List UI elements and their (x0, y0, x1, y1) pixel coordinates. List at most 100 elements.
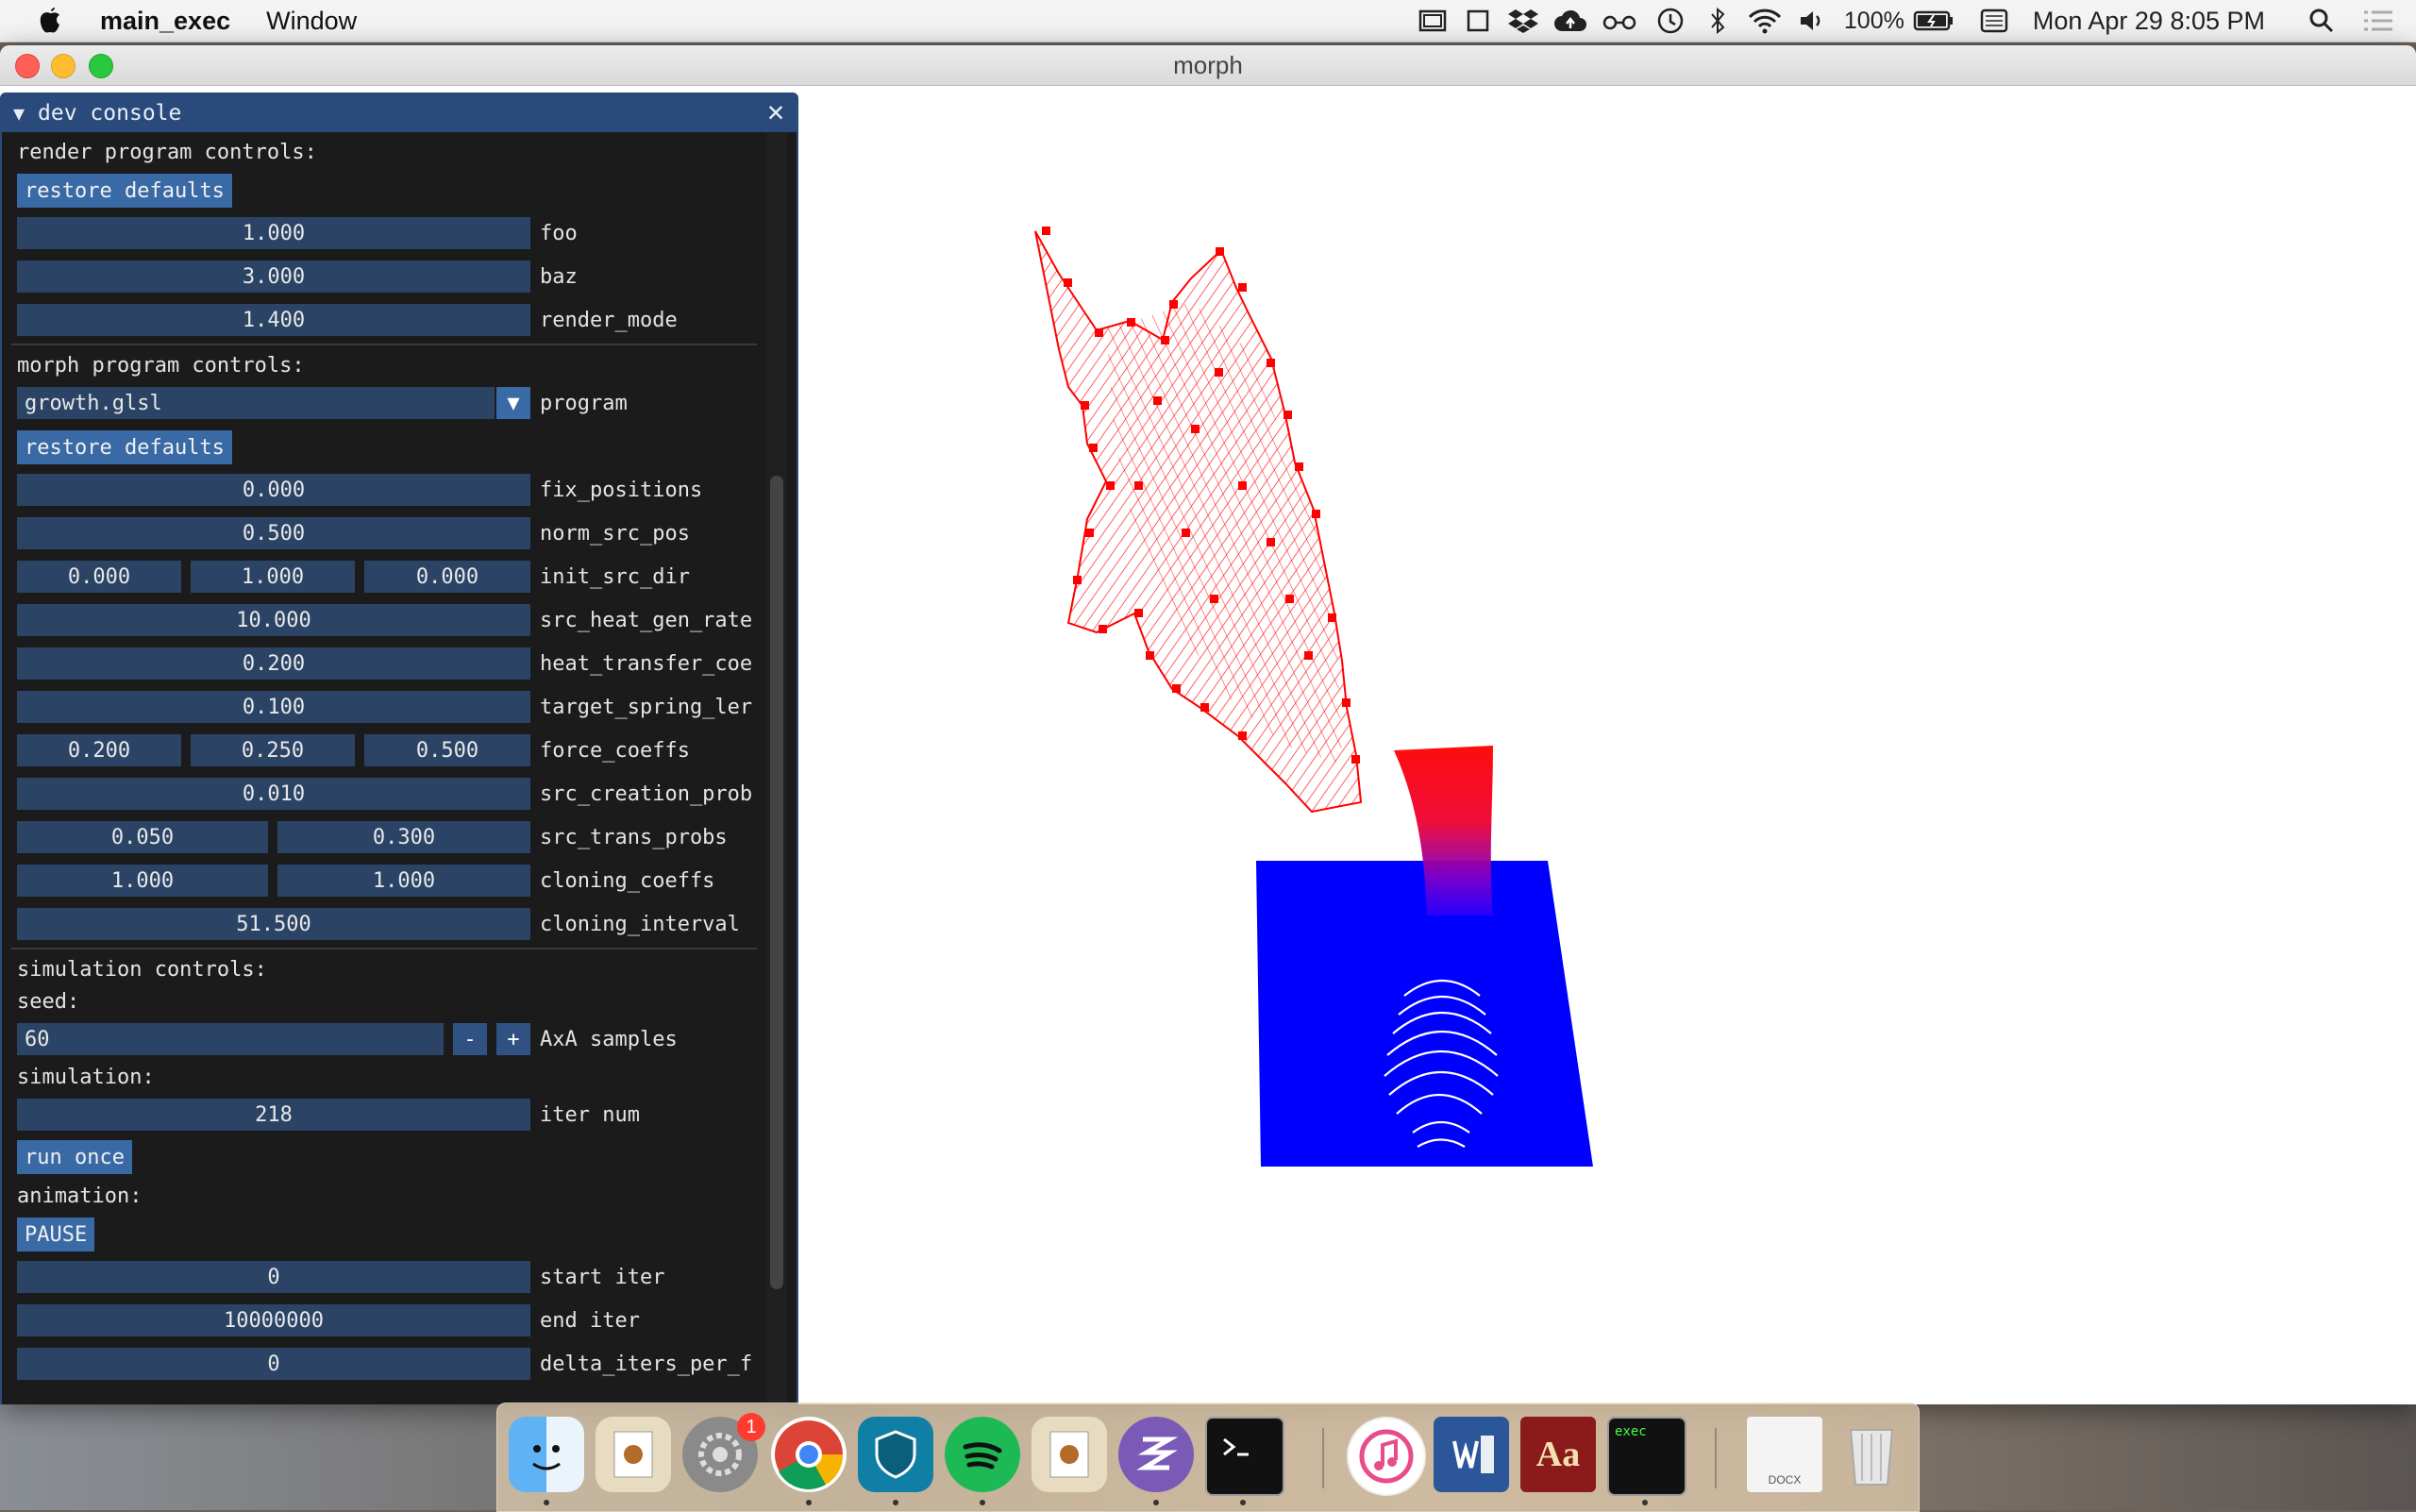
cloning-coeff-1-input[interactable]: 1.000 (17, 865, 268, 897)
docx-document-icon[interactable]: DOCX (1747, 1417, 1822, 1492)
console-title: dev console (38, 101, 182, 126)
chrome-icon[interactable] (771, 1417, 847, 1492)
seed-increment-button[interactable]: + (496, 1023, 530, 1055)
pause-button[interactable]: PAUSE (17, 1218, 95, 1252)
force-coeff-1-input[interactable]: 0.200 (17, 734, 181, 766)
seed-decrement-button[interactable]: - (453, 1023, 487, 1055)
surfshark-running-dot (893, 1500, 898, 1505)
init-src-dir-x-input[interactable]: 0.000 (17, 561, 181, 593)
heat-transfer-coeff-label: heat_transfer_coe (540, 651, 753, 676)
init-src-dir-z-input[interactable]: 0.000 (364, 561, 530, 593)
preview-app-icon-2[interactable] (1032, 1417, 1107, 1492)
close-console-icon[interactable]: ✕ (763, 98, 789, 126)
start-iter-input[interactable]: 0 (17, 1261, 530, 1293)
zoom-window-button[interactable] (89, 54, 113, 78)
spotify-running-dot (980, 1500, 985, 1505)
delta-iters-label: delta_iters_per_f (540, 1352, 753, 1376)
scrollbar-thumb[interactable] (770, 476, 783, 1289)
chevron-down-icon[interactable]: ▼ (496, 387, 530, 419)
window-title: morph (1173, 51, 1243, 79)
cloud-upload-icon[interactable] (1550, 0, 1591, 42)
init-src-dir-y-input[interactable]: 1.000 (191, 561, 355, 593)
bluetooth-icon[interactable] (1701, 0, 1735, 42)
program-label: program (540, 391, 628, 415)
dictionary-icon[interactable]: Aa (1520, 1417, 1596, 1492)
window-icon[interactable] (1459, 0, 1497, 42)
end-iter-input[interactable]: 10000000 (17, 1304, 530, 1336)
battery-icon[interactable] (1910, 0, 1957, 42)
mesh-viewport[interactable] (795, 85, 2416, 1404)
apple-menu-icon[interactable] (36, 4, 66, 38)
norm-src-pos-label: norm_src_pos (540, 521, 690, 546)
render-mode-input[interactable]: 1.400 (17, 304, 530, 336)
menu-bar: main_exec Window 100% Mon Apr 29 8:05 PM (0, 0, 2416, 42)
force-coeff-2-input[interactable]: 0.250 (191, 734, 355, 766)
spotify-icon[interactable] (945, 1417, 1020, 1492)
delta-iters-input[interactable]: 0 (17, 1348, 530, 1380)
simulation-heading: simulation: (17, 1065, 155, 1089)
foo-input[interactable]: 1.000 (17, 217, 530, 249)
baz-input[interactable]: 3.000 (17, 260, 530, 293)
trash-icon[interactable] (1834, 1417, 1909, 1492)
word-icon[interactable] (1434, 1417, 1509, 1492)
dock-separator (1322, 1428, 1324, 1488)
terminal-icon[interactable] (1205, 1417, 1284, 1496)
fix-positions-input[interactable]: 0.000 (17, 474, 530, 506)
window-titlebar[interactable]: morph (0, 45, 2416, 86)
morph-section-heading: morph program controls: (17, 353, 305, 378)
base-plane (1256, 861, 1593, 1167)
section-divider (11, 344, 757, 345)
close-window-button[interactable] (15, 54, 40, 78)
axa-samples-label: AxA samples (540, 1027, 678, 1051)
render-restore-defaults-button[interactable]: restore defaults (17, 174, 232, 208)
app-name-menu[interactable]: main_exec (100, 7, 230, 36)
target-spring-len-label: target_spring_ler (540, 695, 753, 719)
cloning-interval-input[interactable]: 51.500 (17, 908, 530, 940)
dev-console-panel: ▼ dev console ✕ render program controls:… (0, 92, 798, 1404)
seed-input[interactable]: 60 (17, 1023, 444, 1055)
itunes-icon[interactable] (1347, 1417, 1426, 1496)
glasses-icon[interactable] (1597, 0, 1642, 42)
cloning-coeff-2-input[interactable]: 1.000 (277, 865, 530, 897)
collapse-triangle-icon[interactable]: ▼ (13, 102, 25, 125)
src-trans-prob-1-input[interactable]: 0.050 (17, 821, 268, 853)
minimize-window-button[interactable] (51, 54, 76, 78)
src-trans-prob-2-input[interactable]: 0.300 (277, 821, 530, 853)
animation-heading: animation: (17, 1184, 143, 1208)
fix-positions-label: fix_positions (540, 478, 703, 502)
exec-running-dot (1642, 1500, 1648, 1505)
status-menus: 100% Mon Apr 29 8:05 PM (1412, 0, 2416, 42)
surfshark-icon[interactable] (858, 1417, 933, 1492)
docx-label: DOCX (1768, 1473, 1802, 1487)
volume-icon[interactable] (1793, 0, 1831, 42)
heat-transfer-coeff-input[interactable]: 0.200 (17, 647, 530, 680)
norm-src-pos-input[interactable]: 0.500 (17, 517, 530, 549)
run-once-button[interactable]: run once (17, 1140, 132, 1174)
force-coeff-3-input[interactable]: 0.500 (364, 734, 530, 766)
display-icon[interactable] (1412, 0, 1453, 42)
terminal-running-dot (1240, 1500, 1246, 1505)
spotlight-search-icon[interactable] (2303, 0, 2340, 42)
keyboard-viewer-icon[interactable] (1976, 0, 2012, 42)
morph-restore-defaults-button[interactable]: restore defaults (17, 430, 232, 464)
program-select[interactable]: growth.glsl (17, 387, 495, 419)
iter-num-input[interactable]: 218 (17, 1099, 530, 1131)
window-menu[interactable]: Window (266, 7, 357, 36)
wifi-icon[interactable] (1744, 0, 1786, 42)
preview-app-icon[interactable] (596, 1417, 671, 1492)
cloning-interval-label: cloning_interval (540, 912, 740, 936)
clock[interactable]: Mon Apr 29 8:05 PM (2033, 0, 2265, 42)
src-heat-gen-rate-input[interactable]: 10.000 (17, 604, 530, 636)
src-trans-probs-label: src_trans_probs (540, 825, 728, 849)
dock-separator (1715, 1428, 1717, 1488)
dropbox-icon[interactable] (1502, 0, 1544, 42)
notification-center-icon[interactable] (2359, 0, 2397, 42)
emacs-icon[interactable] (1118, 1417, 1194, 1492)
finder-icon[interactable] (509, 1417, 584, 1492)
src-creation-prob-input[interactable]: 0.010 (17, 778, 530, 810)
console-header[interactable]: ▼ dev console ✕ (2, 94, 797, 132)
time-machine-icon[interactable] (1650, 0, 1691, 42)
finder-running-dot (544, 1500, 549, 1505)
exec-app-icon[interactable]: exec (1607, 1417, 1686, 1496)
target-spring-len-input[interactable]: 0.100 (17, 691, 530, 723)
